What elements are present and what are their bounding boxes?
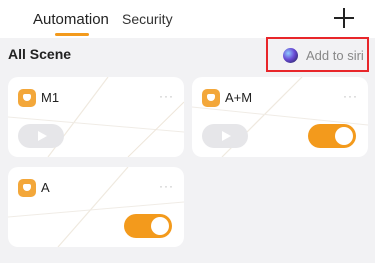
- scene-icon: [202, 89, 220, 107]
- more-icon[interactable]: ···: [159, 179, 174, 193]
- tab-security[interactable]: Security: [122, 11, 173, 27]
- scene-card-a-plus-m[interactable]: A+M ···: [192, 77, 368, 157]
- siri-icon: [283, 48, 298, 63]
- top-bar: Automation Security: [0, 0, 375, 38]
- add-to-siri-label: Add to siri: [306, 48, 364, 63]
- more-icon[interactable]: ···: [159, 89, 174, 103]
- scene-card-m1[interactable]: M1 ···: [8, 77, 184, 157]
- scene-card-a[interactable]: A ···: [8, 167, 184, 247]
- scene-name: A: [41, 180, 50, 195]
- play-icon[interactable]: [18, 124, 64, 148]
- scene-icon: [18, 89, 36, 107]
- tab-automation[interactable]: Automation: [33, 11, 109, 36]
- scene-icon: [18, 179, 36, 197]
- enable-toggle[interactable]: [308, 124, 356, 148]
- scene-name: M1: [41, 90, 60, 105]
- section-title: All Scene: [8, 46, 72, 62]
- play-icon[interactable]: [202, 124, 248, 148]
- plus-icon[interactable]: [332, 6, 356, 30]
- scene-name: A+M: [225, 90, 253, 105]
- add-to-siri-button[interactable]: Add to siri: [266, 37, 369, 72]
- more-icon[interactable]: ···: [343, 89, 358, 103]
- enable-toggle[interactable]: [124, 214, 172, 238]
